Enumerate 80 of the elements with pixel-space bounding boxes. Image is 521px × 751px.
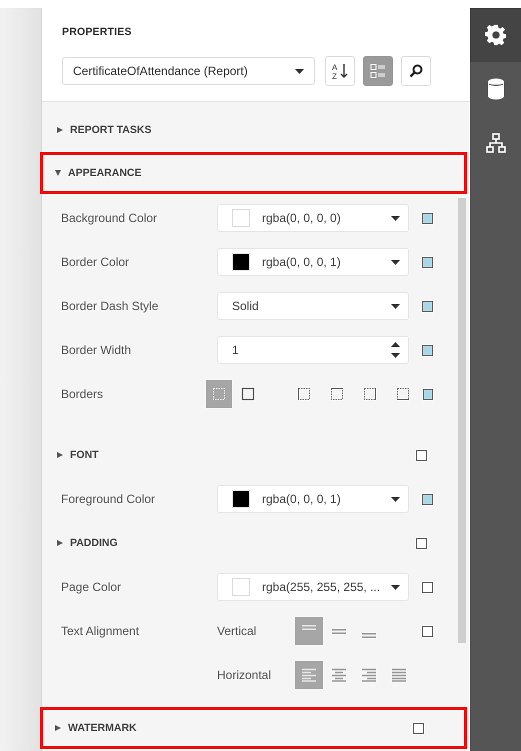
property-label: Background Color [61, 211, 158, 225]
modified-indicator[interactable] [422, 494, 433, 504]
color-picker[interactable]: rgba(0, 0, 0, 1) [217, 248, 409, 276]
field-value: rgba(0, 0, 0, 1) [262, 255, 342, 269]
dropdown-caret-icon [391, 584, 400, 590]
field-value: rgba(0, 0, 0, 1) [262, 492, 342, 506]
all-borders-icon [240, 387, 255, 401]
section-title: APPEARANCE [68, 167, 142, 179]
align-left-icon [301, 668, 317, 682]
collapsed-arrow-icon [57, 452, 63, 458]
expanded-arrow-icon [55, 170, 61, 176]
field-value: rgba(255, 255, 255, ... [262, 580, 382, 594]
section-header[interactable]: REPORT TASKS [42, 108, 470, 152]
align-justify-icon [391, 668, 407, 682]
property-label: Border Color [61, 255, 130, 269]
dropdown-caret-icon [391, 260, 400, 264]
no-borders-icon [212, 387, 226, 401]
modified-indicator[interactable] [422, 300, 433, 312]
highlighted-section-header[interactable]: APPEARANCE [40, 152, 467, 194]
align-middle-icon [332, 628, 346, 634]
left-border-icon [296, 387, 311, 401]
database-icon [486, 78, 504, 100]
property-label: Text Alignment [61, 624, 140, 638]
property-label: Border Width [61, 343, 132, 357]
field-value: Solid [232, 299, 260, 313]
section-title: WATERMARK [68, 722, 137, 734]
bottom-border-icon [396, 387, 410, 401]
color-picker[interactable]: rgba(0, 0, 0, 1) [217, 485, 409, 513]
modified-indicator[interactable] [422, 212, 433, 224]
collapsed-arrow-icon [57, 540, 63, 546]
color-picker[interactable]: rgba(0, 0, 0, 0) [217, 204, 409, 232]
top-border-icon [330, 387, 344, 401]
categories-button[interactable] [363, 56, 393, 86]
scrollbar[interactable] [458, 198, 466, 643]
align-top-icon [302, 624, 316, 630]
modified-indicator[interactable] [422, 344, 433, 356]
section-header[interactable]: FONT [42, 433, 470, 477]
modified-indicator[interactable] [413, 722, 424, 734]
collapsed-arrow-icon [55, 725, 61, 731]
search-button[interactable] [401, 56, 431, 86]
section-title: PADDING [70, 537, 118, 549]
modified-indicator[interactable] [422, 582, 433, 592]
align-bottom-icon [362, 632, 376, 638]
dropdown-caret-icon [391, 304, 400, 308]
dropdown-field[interactable]: Solid [217, 292, 409, 320]
sidebar-tab[interactable] [470, 8, 521, 62]
modified-indicator[interactable] [422, 388, 433, 400]
field-value: 1 [232, 343, 240, 357]
settings-icon [484, 24, 506, 46]
modified-indicator[interactable] [416, 538, 427, 548]
spinner-arrows-icon[interactable] [391, 341, 400, 359]
property-label: Page Color [61, 580, 122, 594]
categories-icon [370, 63, 386, 79]
dropdown-caret-icon [391, 216, 400, 220]
object-dropdown[interactable]: CertificateOfAttendance (Report) [62, 57, 315, 85]
align-center-icon [331, 668, 347, 682]
alignment-sublabel: Vertical [217, 624, 258, 638]
section-title: FONT [70, 449, 99, 461]
section-title: REPORT TASKS [70, 124, 152, 136]
highlighted-section-header[interactable]: WATERMARK [40, 707, 467, 749]
property-label: Border Dash Style [61, 299, 160, 313]
hierarchy-icon [486, 133, 506, 153]
property-label: Borders [61, 387, 104, 401]
right-border-icon [362, 387, 377, 401]
dropdown-caret-icon [391, 496, 400, 502]
modified-indicator[interactable] [422, 256, 433, 268]
field-value: rgba(0, 0, 0, 0) [262, 211, 342, 225]
modified-indicator[interactable] [422, 626, 433, 636]
alignment-sublabel: Horizontal [217, 668, 272, 682]
align-right-icon [361, 668, 377, 682]
sort-button[interactable]: A Z [325, 56, 355, 86]
section-header[interactable]: PADDING [42, 521, 470, 565]
panel-title: PROPERTIES [62, 26, 133, 38]
color-picker[interactable]: rgba(255, 255, 255, ... [217, 573, 409, 601]
collapsed-arrow-icon [57, 127, 63, 133]
property-label: Foreground Color [61, 492, 156, 506]
number-field[interactable]: 1 [217, 336, 409, 364]
dropdown-caret-icon [295, 68, 304, 74]
search-icon [409, 64, 423, 78]
modified-indicator[interactable] [416, 450, 427, 460]
